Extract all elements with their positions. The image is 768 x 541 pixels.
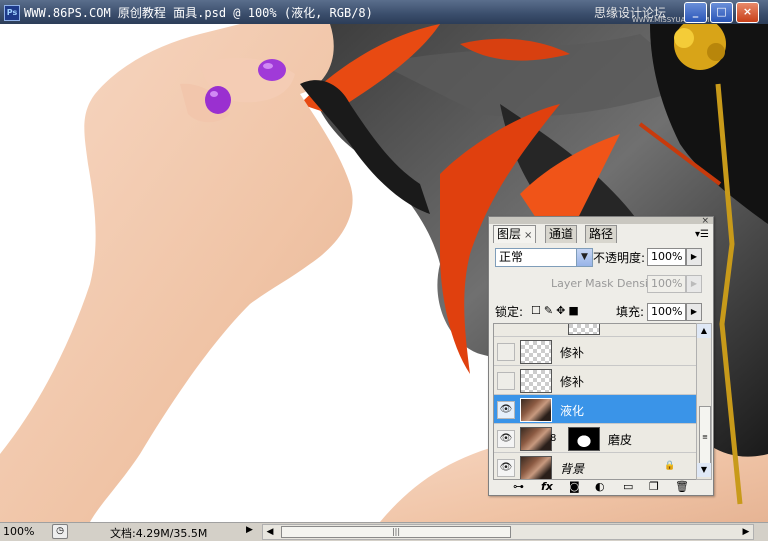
chevron-down-icon[interactable]: ▼ <box>576 249 592 266</box>
tab-channels[interactable]: 通道 <box>545 225 578 243</box>
scroll-up-icon[interactable]: ▲ <box>697 324 711 338</box>
mask-density-field: 100% <box>647 275 686 293</box>
scroll-thumb[interactable]: ||| <box>281 526 511 538</box>
tab-paths[interactable]: 路径 <box>585 225 618 243</box>
layer-mask-thumbnail[interactable] <box>568 427 600 451</box>
lock-all-icon[interactable]: ■ <box>568 304 581 317</box>
title-bar: Ps WWW.86PS.COM 原创教程 面具.psd @ 100% (液化, … <box>0 0 768 24</box>
zoom-level[interactable]: 100% <box>3 525 34 538</box>
layer-thumbnail <box>520 398 552 422</box>
blend-mode-value: 正常 <box>499 250 524 264</box>
opacity-label: 不透明度: <box>593 251 646 265</box>
scroll-down-icon[interactable]: ▼ <box>697 463 711 477</box>
visibility-toggle[interactable] <box>497 372 515 390</box>
status-menu-icon[interactable]: ◷ <box>52 524 68 539</box>
layer-thumbnail <box>520 456 552 479</box>
mask-link-icon[interactable]: 8 <box>550 433 556 444</box>
status-bar: 100% ◷ 文档:4.29M/35.5M ▶ ◀ ||| ▶ <box>0 522 768 540</box>
fill-field[interactable]: 100% <box>647 303 686 321</box>
minimize-button[interactable]: _ <box>684 2 707 23</box>
close-button[interactable]: × <box>736 2 759 23</box>
layer-thumbnail <box>520 340 552 364</box>
status-arrow-icon[interactable]: ▶ <box>246 525 253 535</box>
scroll-left-icon[interactable]: ◀ <box>263 525 277 539</box>
opacity-field[interactable]: 100% <box>647 248 686 266</box>
mask-icon[interactable]: ◙ <box>569 480 580 493</box>
blend-mode-select[interactable]: 正常 ▼ <box>495 248 593 267</box>
photoshop-app-icon: Ps <box>4 5 20 21</box>
horizontal-scrollbar[interactable]: ◀ ||| ▶ <box>262 524 754 540</box>
eye-icon[interactable]: 👁 <box>497 430 515 448</box>
link-icon[interactable]: ⊶ <box>513 480 524 493</box>
new-layer-icon[interactable]: ❐ <box>649 480 659 493</box>
layer-name: 修补 <box>560 346 585 360</box>
lock-icons: ☐✎✥■ <box>531 304 582 317</box>
tab-close-icon[interactable]: × <box>524 230 532 241</box>
maximize-button[interactable]: □ <box>710 2 733 23</box>
mask-density-arrow-icon: ▶ <box>686 275 702 293</box>
lock-label: 锁定: <box>495 305 524 319</box>
layer-name: 磨皮 <box>608 433 633 447</box>
lock-paint-icon[interactable]: ✎ <box>544 304 556 317</box>
panel-close-icon[interactable]: × <box>701 216 709 226</box>
layers-scrollbar[interactable]: ▲ ≡ ▼ <box>696 323 712 480</box>
layer-thumbnail <box>520 427 552 451</box>
eye-icon[interactable]: 👁 <box>497 459 515 477</box>
layer-name: 液化 <box>560 404 585 418</box>
fill-label: 填充: <box>616 305 645 319</box>
layer-row-selected[interactable]: 👁 液化 <box>494 395 696 424</box>
panel-menu-icon[interactable]: ▾☰ <box>695 229 709 240</box>
adjustment-icon[interactable]: ◐ <box>595 480 605 493</box>
layers-panel: × 图层 × 通道 路径 ▾☰ 正常 ▼ 不透明度: 100% ▶ Layer M… <box>488 216 714 496</box>
layer-thumbnail <box>568 324 600 335</box>
layer-row[interactable]: 👁 背景 🔒 <box>494 453 696 479</box>
scroll-thumb[interactable]: ≡ <box>699 406 711 468</box>
panel-bottom-bar: ⊶ fx ◙ ◐ ▭ ❐ 🗑 <box>489 480 713 494</box>
layer-thumbnail <box>520 369 552 393</box>
fill-slider-arrow-icon[interactable]: ▶ <box>686 303 702 321</box>
layer-row[interactable]: 修补 <box>494 337 696 366</box>
layer-row-partial[interactable] <box>494 324 696 337</box>
lock-transparency-icon[interactable]: ☐ <box>531 304 544 317</box>
mask-density-label: Layer Mask Density <box>551 277 659 290</box>
layer-row[interactable]: 👁 8 磨皮 <box>494 424 696 453</box>
eye-icon[interactable]: 👁 <box>497 401 515 419</box>
layer-row[interactable]: 修补 <box>494 366 696 395</box>
fingernail <box>205 86 231 114</box>
fx-icon[interactable]: fx <box>541 480 553 493</box>
trash-icon[interactable]: 🗑 <box>675 480 689 493</box>
panel-grip[interactable] <box>489 217 713 224</box>
tab-layers-label: 图层 <box>497 227 522 241</box>
layers-list: 修补 修补 👁 液化 👁 8 磨皮 👁 背景 🔒 <box>493 323 697 480</box>
fingernail <box>258 59 286 81</box>
tab-layers[interactable]: 图层 × <box>493 225 537 243</box>
opacity-slider-arrow-icon[interactable]: ▶ <box>686 248 702 266</box>
layer-name: 修补 <box>560 375 585 389</box>
window-title: WWW.86PS.COM 原创教程 面具.psd @ 100% (液化, RGB… <box>24 6 373 20</box>
folder-icon[interactable]: ▭ <box>623 480 633 493</box>
lock-move-icon[interactable]: ✥ <box>556 304 568 317</box>
scroll-right-icon[interactable]: ▶ <box>739 525 753 539</box>
layer-name: 背景 <box>560 462 585 476</box>
lock-icon: 🔒 <box>664 461 676 471</box>
visibility-toggle[interactable] <box>497 343 515 361</box>
